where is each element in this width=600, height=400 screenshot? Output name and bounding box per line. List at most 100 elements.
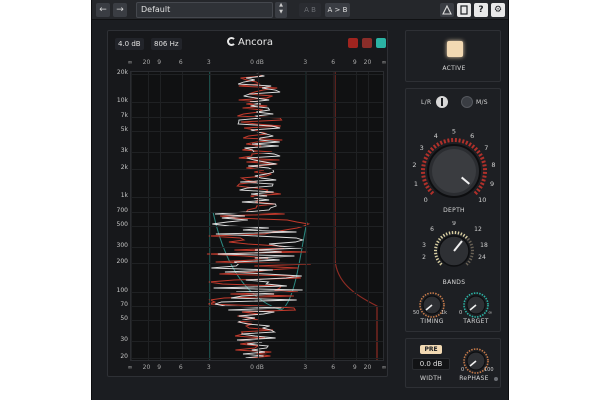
depth-led — [482, 164, 487, 167]
color-swatch-red-1[interactable] — [348, 38, 358, 48]
bottom-axis-tick: ∞ — [381, 364, 387, 371]
bottom-axis-tick: 0 dB — [250, 364, 264, 371]
knob-scale-label: 8 — [491, 161, 495, 169]
depth-led — [422, 178, 427, 182]
top-axis-tick: 20 — [363, 59, 372, 66]
arrow-right-icon[interactable]: → — [113, 3, 127, 17]
depth-knob[interactable]: 012345678910 — [406, 117, 502, 237]
knob-scale-label: 18 — [480, 242, 488, 249]
target-label: TARGET — [463, 318, 489, 325]
depth-led — [439, 140, 444, 145]
manual-icon[interactable] — [457, 3, 471, 17]
frequency-readout: 806 Hz — [151, 38, 182, 50]
knob-scale-label: 4 — [434, 132, 438, 140]
pre-toggle[interactable]: PRE — [420, 345, 442, 354]
depth-led — [423, 156, 428, 161]
color-swatch-red-2[interactable] — [362, 38, 372, 48]
bands-led — [468, 240, 472, 244]
timing-min: 50 — [413, 310, 420, 316]
preset-up-down-icon[interactable]: ▲ ▼ — [275, 2, 287, 18]
bands-led — [436, 240, 440, 244]
depth-led — [421, 164, 426, 167]
frequency-tick: 70 — [120, 301, 128, 309]
bands-led — [466, 237, 471, 241]
knob-scale-label: 9 — [490, 180, 494, 188]
grid-line-v — [131, 72, 132, 360]
top-axis-tick: 0 dB — [250, 59, 264, 66]
grid-line-h — [131, 74, 383, 75]
depth-led — [443, 139, 447, 144]
rephase-label: RePHASE — [459, 375, 489, 382]
depth-led — [476, 149, 481, 154]
frequency-tick: 5k — [120, 125, 128, 133]
grid-line-v — [334, 72, 336, 360]
bands-led — [468, 257, 473, 261]
frequency-tick: 50 — [120, 315, 128, 323]
timing-label: TIMING — [420, 318, 444, 325]
knob-scale-label: 3 — [420, 144, 424, 152]
active-section: ACTIVE — [405, 30, 501, 82]
spectrum-plot[interactable] — [130, 71, 384, 361]
depth-led — [423, 181, 428, 186]
analyzer-panel: 4.0 dB 806 Hz Ancora ∞ 20 9 6 3 0 dB 3 6 9 20 ∞ 20… — [107, 30, 388, 377]
depth-led — [458, 138, 461, 143]
grid-line-h — [131, 211, 383, 213]
grid-line-v — [258, 72, 259, 360]
grid-line-v — [209, 72, 211, 360]
rephase-max: 100 — [484, 367, 494, 373]
ancora-logo-icon — [227, 37, 236, 46]
width-value[interactable]: 0.0 dB — [412, 358, 450, 370]
knob-scale-label: 9 — [452, 221, 456, 227]
frequency-tick: 3k — [120, 146, 128, 154]
ab-compare-button[interactable]: A B — [299, 3, 321, 17]
active-toggle[interactable] — [447, 41, 463, 57]
frequency-tick: 700 — [116, 206, 128, 214]
ms-radio[interactable] — [461, 96, 473, 108]
bottom-axis-tick: 20 — [363, 364, 372, 371]
grid-line-h — [131, 168, 383, 170]
bottom-axis-tick: ∞ — [127, 364, 133, 371]
depth-led — [425, 185, 430, 189]
bands-led — [439, 262, 443, 266]
bottom-axis-tick: 3 — [303, 364, 308, 371]
depth-led — [468, 142, 472, 147]
grid-line-h — [131, 246, 383, 248]
top-axis-tick: 3 — [206, 59, 211, 66]
active-label: ACTIVE — [442, 65, 466, 72]
depth-label: DEPTH — [443, 207, 465, 214]
grid-line-h — [131, 197, 383, 199]
help-icon[interactable]: ? — [474, 3, 488, 17]
bands-led — [448, 231, 451, 235]
bands-led — [434, 255, 438, 258]
knob-scale-label: 0 — [424, 196, 428, 204]
timing-max: 1k — [441, 310, 448, 316]
plugin-window: ← → Default ▲ ▼ A B A > B ? ⚙ 4.0 dB 806 … — [91, 0, 509, 400]
depth-led — [478, 185, 483, 189]
top-axis-tick: 20 — [142, 59, 151, 66]
preset-selector[interactable]: Default — [136, 2, 273, 18]
grid-line-h — [131, 263, 383, 265]
processing-section: L/R M/S 0 1 2 3 4 5 6 7 8 9 10 DEPTH 2 3 6 9 12 18 24 BA… — [405, 88, 501, 332]
depth-led — [481, 160, 486, 164]
frequency-tick: 10k — [116, 97, 128, 105]
bottom-axis-tick: 3 — [206, 364, 211, 371]
color-swatch-teal[interactable] — [376, 38, 386, 48]
bands-led — [467, 260, 471, 264]
top-axis-tick: 6 — [331, 59, 336, 66]
grid-line-v — [160, 72, 162, 360]
settings-icon[interactable]: ⚙ — [491, 3, 505, 17]
bands-label: BANDS — [442, 279, 466, 286]
arrow-left-icon[interactable]: ← — [96, 3, 110, 17]
knob-scale-label: 3 — [422, 242, 426, 249]
bands-led — [442, 233, 446, 238]
bands-led — [457, 231, 460, 235]
ab-copy-button[interactable]: A > B — [325, 3, 350, 17]
frequency-tick: 30 — [120, 336, 128, 344]
rephase-indicator — [494, 377, 498, 381]
lr-radio[interactable] — [436, 96, 448, 108]
knob-scale-label: 24 — [478, 254, 486, 261]
bottom-axis-tick: 6 — [178, 364, 183, 371]
frequency-tick: 20 — [120, 353, 128, 360]
knob-scale-label: 1 — [414, 180, 418, 188]
warning-icon[interactable] — [440, 3, 454, 17]
